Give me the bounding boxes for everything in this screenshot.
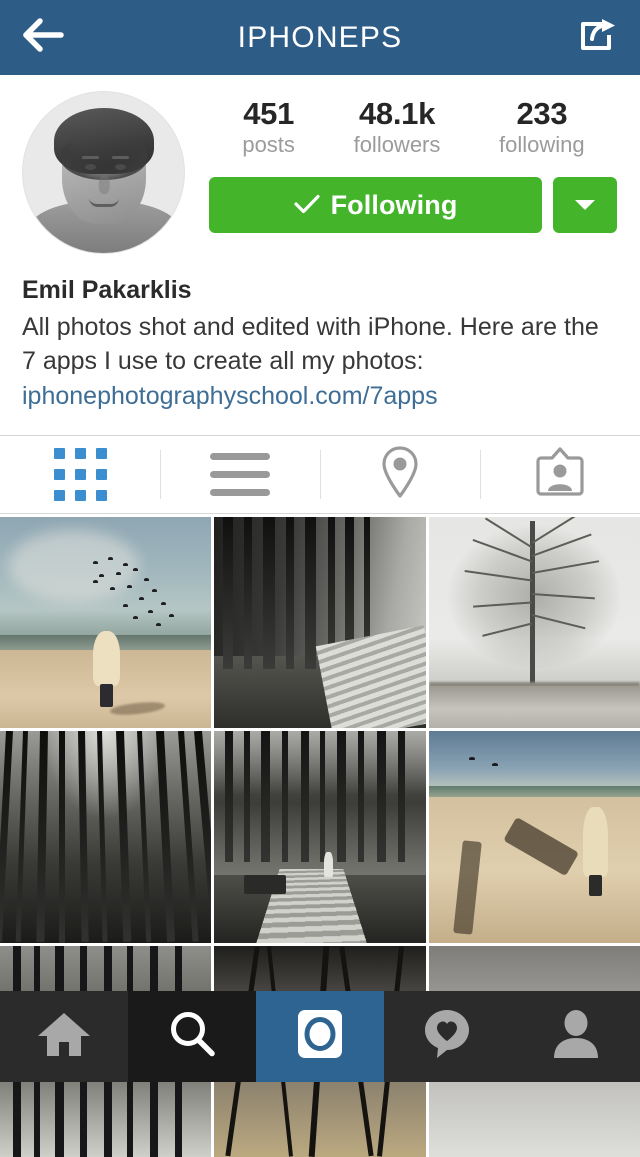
tab-grid-view[interactable] (0, 436, 160, 513)
following-button[interactable]: Following (209, 177, 542, 234)
back-arrow-icon (22, 16, 66, 59)
beach-long-shadows-image (428, 731, 640, 943)
app-header: IPHONEPS (0, 0, 640, 75)
profile-view-tabs (0, 435, 640, 514)
follow-options-button[interactable] (553, 177, 617, 234)
tab-photo-map[interactable] (320, 436, 480, 513)
nav-home[interactable] (0, 991, 128, 1082)
forest-boardwalk-bw-image (214, 517, 426, 729)
checkmark-icon (293, 193, 320, 218)
stat-followers-label: followers (353, 131, 441, 157)
person-icon (552, 1008, 600, 1065)
profile-bio: Emil Pakarklis All photos shot and edite… (0, 254, 640, 413)
photo-thumbnail-6[interactable] (428, 731, 640, 943)
photo-thumbnail-4[interactable] (0, 731, 212, 943)
profile-website-link[interactable]: iphonephotographyschool.com/7apps (22, 379, 618, 413)
profile-actions: Following (209, 177, 618, 234)
tab-photos-of-you[interactable] (480, 436, 640, 513)
profile-summary: 451 posts 48.1k followers 233 following … (0, 75, 640, 254)
tab-list-view[interactable] (160, 436, 320, 513)
photo-thumbnail-2[interactable] (214, 517, 426, 729)
forest-canopy-dark-image (0, 731, 212, 943)
grid-icon (53, 448, 107, 501)
location-pin-icon (376, 444, 424, 505)
stat-posts-value: 451 (243, 96, 295, 131)
stat-posts-label: posts (242, 131, 295, 157)
winter-bare-tree-image (428, 517, 640, 729)
share-icon (578, 17, 618, 58)
profile-full-name: Emil Pakarklis (22, 276, 192, 304)
stat-followers[interactable]: 48.1k followers (353, 96, 441, 158)
stat-following-value: 233 (516, 96, 568, 131)
nav-search[interactable] (128, 991, 256, 1082)
stat-following-label: following (499, 131, 585, 157)
forest-path-figure-image (214, 731, 426, 943)
profile-stats: 451 posts 48.1k followers 233 following (209, 96, 618, 158)
nav-camera[interactable] (256, 991, 384, 1082)
tagged-badge-icon (534, 445, 586, 504)
bottom-navigation (0, 991, 640, 1082)
nav-profile[interactable] (512, 991, 640, 1082)
list-icon (210, 453, 270, 496)
camera-icon (294, 1006, 346, 1067)
profile-description: All photos shot and edited with iPhone. … (22, 313, 599, 375)
heart-speech-icon (421, 1008, 475, 1065)
avatar[interactable] (22, 91, 185, 254)
photo-thumbnail-3[interactable] (428, 517, 640, 729)
caret-down-icon (573, 196, 597, 215)
photo-thumbnail-5[interactable] (214, 731, 426, 943)
stat-posts[interactable]: 451 posts (242, 96, 295, 158)
page-title: IPHONEPS (237, 20, 403, 54)
share-button[interactable] (560, 13, 618, 63)
stat-following[interactable]: 233 following (499, 96, 585, 158)
back-button[interactable] (22, 13, 80, 63)
stat-followers-value: 48.1k (358, 96, 436, 131)
following-button-label: Following (330, 189, 458, 220)
photo-thumbnail-1[interactable] (0, 517, 212, 729)
search-icon (167, 1009, 217, 1064)
beach-person-birds-image (0, 517, 212, 729)
home-icon (36, 1009, 92, 1064)
nav-activity[interactable] (384, 991, 512, 1082)
